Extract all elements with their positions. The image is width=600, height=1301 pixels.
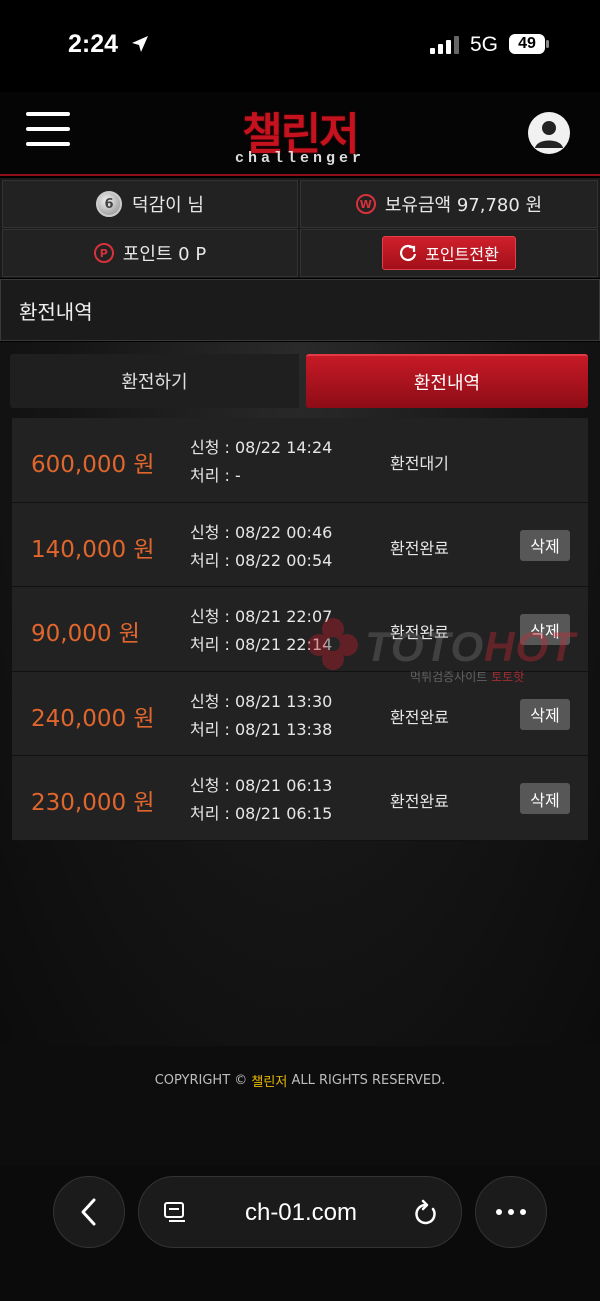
history-row: 140,000 원 신청 : 08/22 00:46 처리 : 08/22 00… bbox=[12, 502, 588, 587]
history-amount: 600,000 원 bbox=[31, 452, 155, 478]
history-status: 환전완료 bbox=[390, 792, 449, 811]
location-arrow-icon bbox=[132, 36, 148, 52]
account-info-panel: 6 덕감이 님 W 보유금액 97,780 원 P 포인트 0 P 포인트전환 bbox=[0, 178, 600, 278]
delete-button[interactable]: 삭제 bbox=[520, 529, 570, 561]
history-amount: 230,000 원 bbox=[31, 790, 155, 816]
tab-exchange[interactable]: 환전하기 bbox=[10, 354, 299, 408]
site-header: 챌린저 challenger bbox=[0, 92, 600, 176]
history-status: 환전완료 bbox=[390, 707, 449, 727]
content-area: 환전하기 환전내역 600,000 원 신청 : 08/22 14:24 처리 … bbox=[0, 342, 600, 1046]
point-convert-button[interactable]: 포인트전환 bbox=[382, 236, 516, 270]
network-label: 5G bbox=[470, 33, 499, 56]
logo-english[interactable]: challenger bbox=[220, 150, 380, 167]
history-processed: 처리 : 08/21 13:38 bbox=[190, 719, 333, 739]
browser-toolbar: ch-01.com bbox=[0, 1166, 600, 1301]
point-convert-label: 포인트전환 bbox=[425, 245, 499, 264]
points-cell: P 포인트 0 P bbox=[2, 229, 298, 277]
balance-cell: W 보유금액 97,780 원 bbox=[300, 180, 598, 228]
page-title: 환전내역 bbox=[0, 279, 600, 341]
watermark-subtext: 먹튀검증사이트 토토핫 bbox=[410, 670, 525, 684]
refresh-icon bbox=[400, 244, 417, 261]
history-requested: 신청 : 08/21 06:13 bbox=[190, 776, 333, 795]
user-profile-icon[interactable] bbox=[528, 112, 570, 154]
copyright-suffix: ALL RIGHTS RESERVED. bbox=[291, 1072, 446, 1088]
won-icon: W bbox=[355, 194, 376, 214]
totohot-watermark: TOTOHOT 먹튀검증사이트 토토핫 bbox=[305, 615, 595, 685]
ellipsis-icon bbox=[496, 1209, 526, 1215]
username: 덕감이 님 bbox=[132, 195, 204, 216]
more-options-button[interactable] bbox=[475, 1176, 547, 1248]
level-badge-icon: 6 bbox=[96, 191, 123, 217]
history-processed: 처리 : 08/22 00:54 bbox=[190, 550, 333, 570]
battery-level: 49 bbox=[518, 35, 536, 52]
history-amount: 240,000 원 bbox=[31, 705, 155, 732]
back-button[interactable] bbox=[53, 1176, 125, 1248]
history-status: 환전완료 bbox=[390, 538, 449, 558]
copyright-brand: 챌린저 bbox=[251, 1074, 288, 1090]
delete-button[interactable]: 삭제 bbox=[520, 783, 570, 814]
reload-icon[interactable] bbox=[413, 1199, 439, 1227]
chevron-left-icon bbox=[81, 1198, 96, 1226]
status-time: 2:24 bbox=[68, 30, 119, 58]
delete-button[interactable]: 삭제 bbox=[520, 698, 570, 730]
tab-exchange-history[interactable]: 환전내역 bbox=[306, 354, 588, 408]
hamburger-menu-icon[interactable] bbox=[26, 112, 70, 148]
tab-bar: 환전하기 환전내역 bbox=[10, 354, 588, 408]
points-text: 포인트 0 P bbox=[122, 244, 207, 265]
history-requested: 신청 : 08/22 14:24 bbox=[190, 438, 333, 457]
history-row: 230,000 원 신청 : 08/21 06:13 처리 : 08/21 06… bbox=[12, 756, 588, 841]
address-bar[interactable]: ch-01.com bbox=[138, 1176, 462, 1248]
convert-cell: 포인트전환 bbox=[300, 229, 598, 277]
history-status: 환전대기 bbox=[390, 454, 449, 473]
point-icon: P bbox=[93, 243, 114, 263]
user-silhouette-icon bbox=[535, 121, 563, 148]
history-row: 600,000 원 신청 : 08/22 14:24 처리 : - 환전대기 bbox=[12, 418, 588, 503]
history-requested: 신청 : 08/21 13:30 bbox=[190, 691, 333, 711]
copyright-prefix: COPYRIGHT © bbox=[154, 1072, 248, 1088]
flower-logo-icon bbox=[308, 618, 358, 670]
user-level-cell: 6 덕감이 님 bbox=[2, 180, 298, 228]
history-processed: 처리 : - bbox=[190, 466, 241, 485]
history-amount: 140,000 원 bbox=[31, 536, 155, 563]
history-processed: 처리 : 08/21 06:15 bbox=[190, 804, 333, 823]
cellular-signal-icon bbox=[430, 36, 459, 54]
footer-copyright: COPYRIGHT © 챌린저 ALL RIGHTS RESERVED. bbox=[0, 1046, 600, 1166]
balance-text: 보유금액 97,780 원 bbox=[384, 195, 543, 216]
history-amount: 90,000 원 bbox=[31, 621, 140, 647]
history-requested: 신청 : 08/22 00:46 bbox=[190, 522, 333, 542]
status-bar: 2:24 5G 49 bbox=[0, 0, 600, 92]
watermark-brand: TOTOHOT bbox=[365, 623, 576, 670]
